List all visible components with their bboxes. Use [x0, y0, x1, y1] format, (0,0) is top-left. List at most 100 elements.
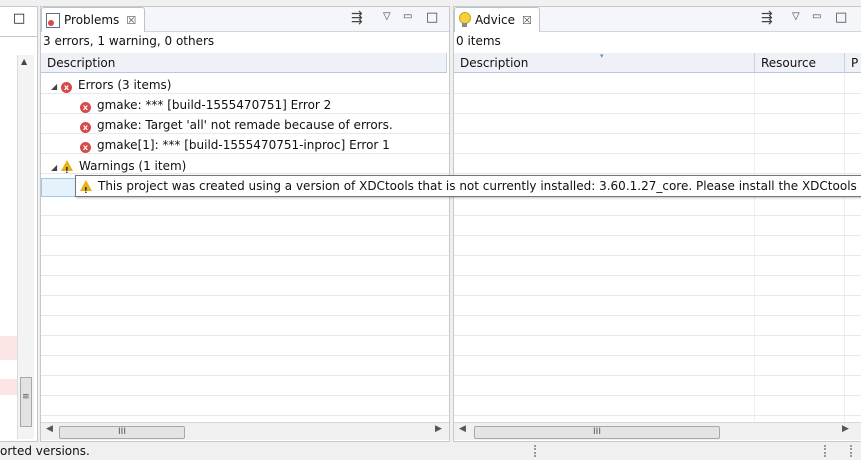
problems-tabbar: Problems ☒ ⇶ ▽ ▭ □	[41, 7, 449, 32]
row-divider	[41, 375, 449, 376]
row-divider	[41, 295, 449, 296]
left-editor-strip: □ ▲ ≡	[0, 6, 38, 442]
scroll-right-arrow[interactable]: ▶	[842, 424, 849, 434]
filter-icon[interactable]: ⇶	[761, 10, 773, 26]
error-icon: x	[80, 122, 91, 133]
left-highlight-1	[0, 336, 17, 360]
scroll-left-arrow[interactable]: ◀	[459, 424, 466, 434]
row-divider	[454, 355, 861, 356]
errors-group-label: Errors (3 items)	[78, 78, 172, 92]
tree-item-error[interactable]: x gmake: *** [build-1555470751] Error 2	[80, 95, 331, 115]
left-scroll-thumb[interactable]: ≡	[20, 377, 32, 427]
row-divider	[41, 355, 449, 356]
row-divider	[41, 315, 449, 316]
status-bar: orted versions.	[0, 442, 861, 460]
filter-icon[interactable]: ⇶	[351, 10, 363, 26]
tree-group-errors[interactable]: ◢ x Errors (3 items)	[51, 75, 172, 95]
error-item-label: gmake: *** [build-1555470751] Error 2	[97, 98, 332, 112]
view-menu-icon[interactable]: ▽	[383, 11, 391, 22]
status-message: orted versions.	[0, 444, 90, 458]
row-divider	[454, 235, 861, 236]
tab-problems[interactable]: Problems ☒	[41, 7, 145, 32]
lightbulb-icon	[459, 12, 471, 27]
warning-icon: !	[80, 180, 92, 195]
row-divider	[454, 375, 861, 376]
advice-scroll-thumb[interactable]: III	[474, 426, 720, 439]
advice-horizontal-scrollbar[interactable]: ◀ III ▶	[454, 422, 861, 440]
left-highlight-2	[0, 379, 17, 395]
left-header-line	[0, 36, 37, 37]
column-divider	[754, 73, 755, 422]
row-divider	[454, 113, 861, 114]
left-vertical-scrollbar[interactable]: ▲ ≡	[17, 55, 34, 439]
advice-view: Advice ☒ ⇶ ▽ ▭ □ 0 items Description ▾ R…	[453, 6, 861, 442]
left-scroll-up-arrow[interactable]: ▲	[21, 57, 27, 66]
problems-scroll-thumb[interactable]: III	[59, 426, 185, 439]
row-divider	[454, 153, 861, 154]
problems-view-icon	[46, 12, 60, 28]
column-divider	[844, 73, 845, 422]
expand-toggle-icon[interactable]: ◢	[51, 158, 61, 178]
tab-advice-label: Advice	[475, 13, 516, 27]
problems-horizontal-scrollbar[interactable]: ◀ III ▶	[41, 422, 449, 440]
row-divider	[454, 335, 861, 336]
tree-group-warnings[interactable]: ◢! Warnings (1 item)	[51, 156, 186, 176]
row-divider	[454, 173, 861, 174]
advice-column-description[interactable]: Description	[454, 53, 755, 73]
minimize-icon[interactable]: ▭	[403, 11, 412, 22]
warning-icon: !	[61, 160, 73, 175]
row-divider	[454, 295, 861, 296]
tab-problems-label: Problems	[64, 13, 120, 27]
tree-item-error[interactable]: x gmake[1]: *** [build-1555470751-inproc]…	[80, 135, 390, 155]
scroll-left-arrow[interactable]: ◀	[46, 424, 53, 434]
row-divider	[41, 275, 449, 276]
expand-toggle-icon[interactable]: ◢	[51, 77, 61, 97]
sort-indicator-icon: ▾	[600, 52, 604, 60]
maximize-icon[interactable]: □	[426, 10, 438, 25]
row-divider	[454, 415, 861, 416]
advice-status-text: 0 items	[456, 34, 501, 48]
advice-column-path[interactable]: P	[845, 53, 861, 73]
row-divider	[454, 133, 861, 134]
advice-column-resource[interactable]: Resource	[755, 53, 845, 73]
row-divider	[454, 215, 861, 216]
status-grip	[850, 445, 854, 457]
row-divider	[41, 255, 449, 256]
row-divider	[41, 395, 449, 396]
close-icon[interactable]: ☒	[522, 14, 532, 27]
selected-warning-row[interactable]	[41, 178, 79, 197]
problems-view: Problems ☒ ⇶ ▽ ▭ □ 3 errors, 1 warning, …	[40, 6, 450, 442]
scroll-right-arrow[interactable]: ▶	[435, 424, 442, 434]
problems-column-description[interactable]: Description	[41, 53, 447, 73]
error-item-label: gmake[1]: *** [build-1555470751-inproc] …	[97, 138, 390, 152]
problems-status-text: 3 errors, 1 warning, 0 others	[43, 34, 215, 48]
close-icon[interactable]: ☒	[126, 14, 136, 27]
tree-item-error[interactable]: x gmake: Target 'all' not remade because …	[80, 115, 393, 135]
error-icon: x	[61, 82, 72, 93]
warnings-group-label: Warnings (1 item)	[79, 159, 187, 173]
warning-tooltip: ! This project was created using a versio…	[75, 175, 861, 197]
maximize-icon[interactable]: □	[835, 10, 847, 25]
row-divider	[454, 275, 861, 276]
tooltip-text: This project was created using a version…	[98, 179, 861, 193]
row-divider	[454, 395, 861, 396]
error-item-label: gmake: Target 'all' not remade because o…	[97, 118, 393, 132]
row-divider	[454, 255, 861, 256]
status-grip	[824, 445, 828, 457]
advice-tabbar: Advice ☒ ⇶ ▽ ▭ □	[454, 7, 861, 32]
row-divider	[41, 235, 449, 236]
row-divider	[41, 415, 449, 416]
error-icon: x	[80, 102, 91, 113]
row-divider	[41, 335, 449, 336]
view-menu-icon[interactable]: ▽	[792, 11, 800, 22]
status-grip	[534, 445, 538, 457]
error-icon: x	[80, 142, 91, 153]
minimize-icon[interactable]: ▭	[812, 11, 821, 22]
left-scroll-grip: ≡	[22, 392, 30, 402]
left-maximize-button[interactable]: □	[13, 11, 25, 26]
row-divider	[454, 93, 861, 94]
row-divider	[41, 215, 449, 216]
row-divider	[454, 315, 861, 316]
tab-advice[interactable]: Advice ☒	[454, 7, 540, 32]
problems-error-badge	[48, 19, 54, 26]
